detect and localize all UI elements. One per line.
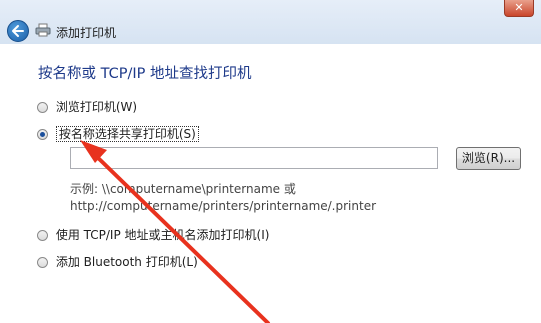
option-bluetooth[interactable]: 添加 Bluetooth 打印机(L)	[37, 253, 198, 270]
window-title: 添加打印机	[56, 26, 117, 40]
radio-bluetooth[interactable]	[37, 257, 48, 268]
radio-browse-printers[interactable]	[37, 102, 48, 113]
option-tcpip[interactable]: 使用 TCP/IP 地址或主机名添加打印机(I)	[37, 226, 269, 243]
back-button[interactable]	[7, 20, 29, 42]
radio-tcpip[interactable]	[37, 230, 48, 241]
option-label: 使用 TCP/IP 地址或主机名添加打印机(I)	[55, 228, 270, 242]
back-arrow-icon	[12, 25, 24, 37]
example-text: 示例: \\computername\printername 或 http://…	[70, 181, 376, 215]
example-line-unc: 示例: \\computername\printername 或	[70, 182, 296, 196]
option-browse-printers[interactable]: 浏览打印机(W)	[37, 98, 137, 115]
radio-select-shared-printer[interactable]	[37, 129, 48, 140]
title-bar: 添加打印机 ✕	[0, 0, 541, 44]
shared-printer-path-input[interactable]	[70, 147, 438, 169]
close-button[interactable]: ✕	[504, 0, 534, 17]
option-label: 按名称选择共享打印机(S)	[55, 126, 199, 142]
browse-button[interactable]: 浏览(R)...	[456, 147, 521, 170]
option-select-shared-printer[interactable]: 按名称选择共享打印机(S)	[37, 125, 199, 142]
printer-icon	[35, 23, 51, 40]
close-icon: ✕	[514, 1, 524, 14]
page-heading: 按名称或 TCP/IP 地址查找打印机	[38, 66, 252, 82]
example-line-url: http://computername/printers/printername…	[70, 199, 377, 213]
option-label: 浏览打印机(W)	[55, 100, 138, 114]
option-label: 添加 Bluetooth 打印机(L)	[55, 255, 198, 269]
